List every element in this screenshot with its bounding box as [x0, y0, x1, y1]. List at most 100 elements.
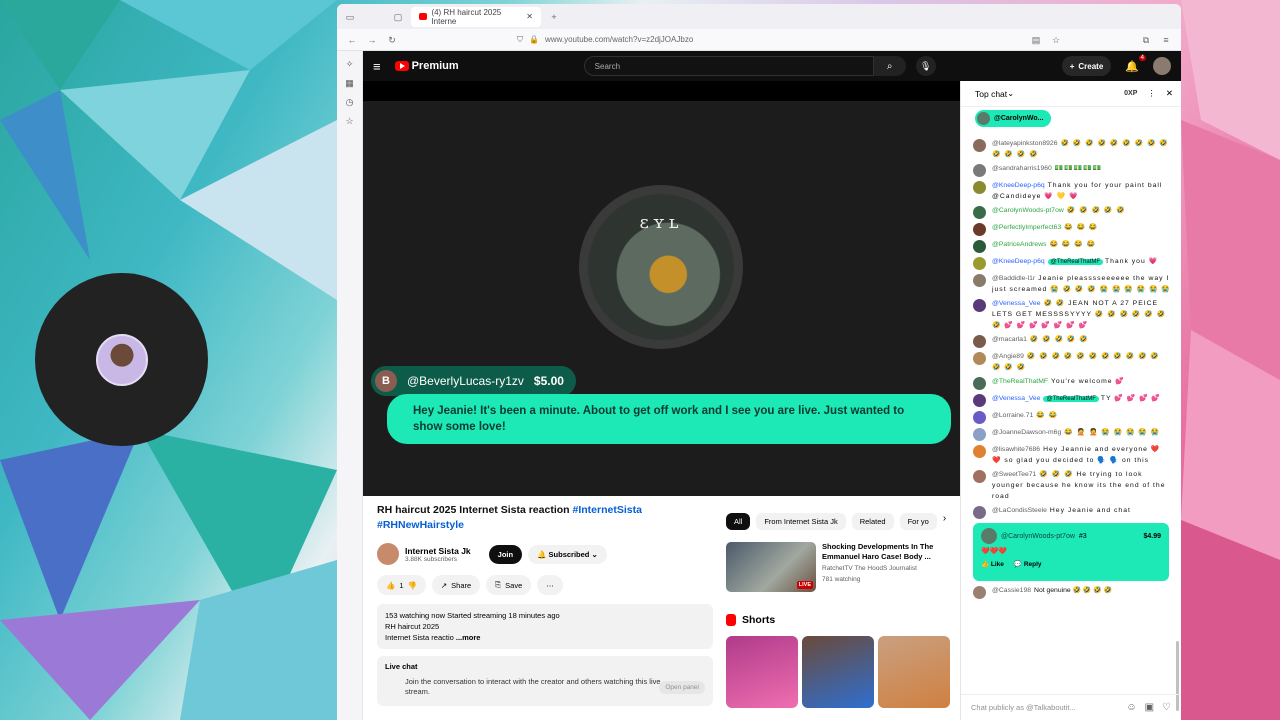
related-video[interactable]: LIVE Shocking Developments In The Emmanu… — [726, 542, 956, 592]
chat-author[interactable]: @lateyapinkston8926 — [992, 140, 1057, 147]
channel-avatar[interactable] — [377, 543, 399, 565]
notifications-button[interactable]: 🔔 4 — [1125, 54, 1146, 73]
chat-author[interactable]: @PerfectlyImperfect63 — [992, 224, 1061, 231]
save-button[interactable]: ⎘ Save — [486, 575, 532, 595]
superchat-avatar-letter: B — [382, 375, 390, 387]
chip-all[interactable]: All — [726, 513, 751, 530]
sc-like-button[interactable]: 👍 Like — [981, 560, 1004, 568]
like-button[interactable]: 👍 1 👎 — [377, 575, 426, 595]
bookmarks-icon[interactable]: ☆ — [345, 116, 353, 127]
related-thumbnail[interactable]: LIVE — [726, 542, 816, 592]
chat-author[interactable]: @Lorraine.71 — [992, 412, 1033, 419]
chat-author[interactable]: @Baddidle-l1r — [992, 275, 1035, 282]
hashtag-link[interactable]: #InternetSista — [572, 504, 641, 516]
join-button[interactable]: Join — [488, 544, 523, 564]
ai-icon[interactable]: ✧ — [346, 59, 354, 70]
more-actions-button[interactable]: ⋯ — [537, 575, 563, 595]
description-stats: 153 watching now Started streaming 18 mi… — [385, 611, 560, 620]
chat-text: 🤣 🤣 🤣 🤣 🤣 — [1066, 207, 1126, 214]
chat-avatar — [973, 223, 986, 236]
extensions-icon[interactable]: ⧉ — [1141, 35, 1151, 45]
sc-reply-button[interactable]: 💬 Reply — [1014, 560, 1042, 568]
hashtag-link[interactable]: #RHNewHairstyle — [377, 519, 464, 531]
mention-chip[interactable]: @TheRealThatMF — [1043, 396, 1099, 402]
more-vert-icon[interactable]: ⋮ — [1147, 88, 1156, 99]
chat-author[interactable]: @LaCondisSteele — [992, 507, 1047, 514]
chat-author[interactable]: @Venessa_Vee — [992, 300, 1040, 307]
back-icon[interactable]: ← — [347, 35, 357, 45]
related-title[interactable]: Shocking Developments In The Emmanuel Ha… — [822, 542, 942, 562]
chevron-down-icon[interactable]: ⌄ — [1007, 88, 1014, 99]
voice-search-button[interactable]: 🎙 — [915, 56, 936, 76]
tab-group-icon[interactable]: ▢ — [393, 12, 403, 22]
chat-author[interactable]: @CarolynWoods-pt7ow — [992, 207, 1064, 214]
chat-author[interactable]: @KneeDeep-p6q — [992, 182, 1045, 189]
heart-icon[interactable]: ♡ — [1162, 702, 1171, 713]
reader-icon[interactable]: ▤ — [1031, 35, 1041, 45]
bookmark-star-icon[interactable]: ☆ — [1051, 35, 1061, 45]
show-more-link[interactable]: ...more — [456, 633, 481, 642]
chat-message: @PerfectlyImperfect63 😂 😂 😂 — [973, 222, 1171, 236]
open-panel-button[interactable]: Open panel — [659, 681, 705, 694]
chat-author[interactable]: @PatriceAndrews — [992, 241, 1047, 248]
reply-label: Reply — [1023, 561, 1042, 568]
chat-author[interactable]: @SweetTee71 — [992, 471, 1036, 478]
chat-author[interactable]: @macarla1 — [992, 336, 1027, 343]
forward-icon[interactable]: → — [367, 35, 377, 45]
account-avatar[interactable] — [1153, 57, 1171, 75]
description-box[interactable]: 153 watching now Started streaming 18 mi… — [377, 604, 713, 649]
close-icon[interactable]: ✕ — [1166, 88, 1173, 99]
mention-chip[interactable]: @TheRealThatMF — [1047, 259, 1104, 265]
chevron-right-icon[interactable]: › — [943, 513, 946, 530]
shorts-header: Shorts — [726, 614, 956, 626]
chat-mode-dropdown[interactable]: Top chat — [975, 89, 1007, 99]
chip-from-channel[interactable]: From Internet Sista Jk — [756, 513, 846, 530]
tabs-icon[interactable]: ▦ — [345, 78, 354, 89]
chip-for-you[interactable]: For yo — [899, 513, 937, 530]
xp-badge[interactable]: 0XP — [1124, 90, 1137, 97]
bell-icon: 🔔 — [537, 549, 549, 559]
chat-author[interactable]: @Angie89 — [992, 353, 1024, 360]
chat-author[interactable]: @Cassie198 — [992, 587, 1031, 594]
emoji-icon[interactable]: ☺ — [1126, 702, 1136, 713]
search-button[interactable]: ⌕ — [873, 56, 906, 76]
chevron-down-icon: ⌄ — [589, 549, 598, 559]
chat-author[interactable]: @sandraharris1960 — [992, 165, 1052, 172]
chat-text: 😂 🤦 🤦 😭 😭 😭 😭 😭 — [1064, 429, 1161, 436]
chat-author[interactable]: @JoanneDawson-m6g — [992, 429, 1061, 436]
video-player[interactable]: ɛʏʟ B @BeverlyLucas-ry1zv $5.00 Hey Jean… — [363, 81, 960, 496]
chat-author[interactable]: @Venessa_Vee — [992, 395, 1040, 402]
share-button[interactable]: ↗ Share — [431, 575, 481, 595]
youtube-page: ≡ Premium Search ⌕ 🎙 + Create 🔔 4 ɛʏʟ B … — [363, 51, 1181, 720]
menu-icon[interactable]: ≡ — [1161, 35, 1171, 45]
chat-text: 😂 😂 😂 😂 — [1049, 241, 1097, 248]
tab-youtube[interactable]: (4) RH haircut 2025 Interne ✕ — [411, 6, 541, 27]
close-tab-icon[interactable]: ✕ — [526, 12, 533, 21]
chat-avatar — [973, 394, 986, 407]
subscribed-button[interactable]: 🔔 Subscribed ⌄ — [528, 544, 607, 564]
super-chat-icon[interactable]: ▣ — [1145, 702, 1154, 713]
create-button[interactable]: + Create — [1061, 56, 1112, 76]
thumbs-down-icon[interactable]: 👎 — [408, 581, 417, 590]
search-input[interactable]: Search — [583, 56, 874, 76]
short-thumbnail[interactable] — [878, 636, 950, 708]
chip-related[interactable]: Related — [851, 513, 894, 530]
chat-author[interactable]: @lisawhite7686 — [992, 446, 1040, 453]
history-icon[interactable]: ◷ — [346, 97, 354, 108]
short-thumbnail[interactable] — [802, 636, 874, 708]
sidebar-toggle-icon[interactable]: ▭ — [345, 12, 355, 22]
shorts-title: Shorts — [742, 614, 776, 626]
chat-text: Thank you 💗 — [1104, 258, 1159, 265]
chat-input[interactable]: Chat publicly as @Talkaboutit... — [971, 703, 1118, 712]
new-tab-icon[interactable]: + — [549, 12, 559, 22]
url-field[interactable]: ⛉ 🔒 www.youtube.com/watch?v=z2djJOAJbzo — [517, 32, 1021, 48]
channel-name[interactable]: Internet Sista Jk — [405, 546, 471, 556]
short-thumbnail[interactable] — [726, 636, 798, 708]
bell-icon: 🔔 — [1125, 60, 1139, 73]
pinned-chip[interactable]: @CarolynWo... — [975, 110, 1052, 127]
reload-icon[interactable]: ↻ — [387, 35, 397, 45]
youtube-logo[interactable]: Premium — [394, 60, 459, 72]
chat-author[interactable]: @KneeDeep-p6q — [992, 258, 1045, 265]
hamburger-menu-icon[interactable]: ≡ — [373, 59, 381, 74]
chat-author[interactable]: @TheRealThatMF — [992, 378, 1048, 385]
